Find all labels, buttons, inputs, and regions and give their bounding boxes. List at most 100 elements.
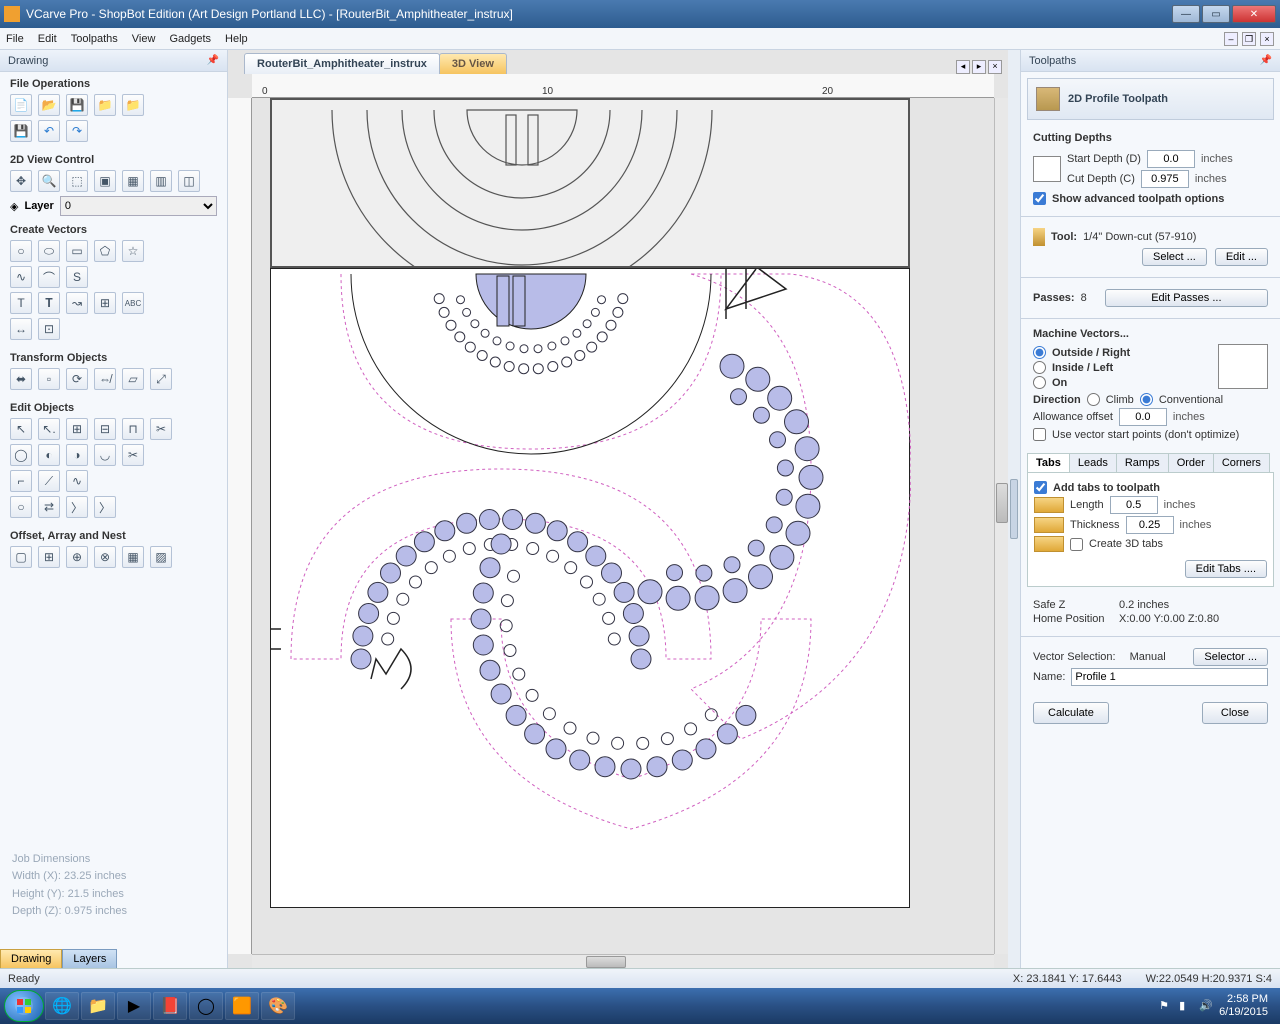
length-input[interactable]: [1110, 496, 1158, 514]
taskbar-chrome-icon[interactable]: ◯: [189, 992, 223, 1020]
tray-flag-icon[interactable]: ⚑: [1159, 999, 1173, 1013]
close-button[interactable]: ✕: [1232, 5, 1276, 23]
rect-icon[interactable]: ▭: [66, 240, 88, 262]
pin-icon[interactable]: 📌: [207, 55, 219, 66]
circle-icon[interactable]: ○: [10, 240, 32, 262]
toolpath-name-input[interactable]: [1071, 668, 1268, 686]
taskbar-media-icon[interactable]: ▶: [117, 992, 151, 1020]
distort-icon[interactable]: ▱: [122, 368, 144, 390]
mv-on-radio[interactable]: [1033, 376, 1046, 389]
select-icon[interactable]: ↖: [10, 418, 32, 440]
export-icon[interactable]: 📁: [122, 94, 144, 116]
tab-leads[interactable]: Leads: [1069, 453, 1117, 472]
use-start-check[interactable]: [1033, 428, 1046, 441]
close-vector-icon[interactable]: ○: [10, 496, 32, 518]
ungroup-icon[interactable]: ⊟: [94, 418, 116, 440]
tab-ramps[interactable]: Ramps: [1116, 453, 1169, 472]
polyline-icon[interactable]: ∿: [10, 266, 32, 288]
redo-icon[interactable]: ↷: [66, 120, 88, 142]
edit-passes-button[interactable]: Edit Passes ...: [1105, 289, 1268, 307]
mdi-minimize[interactable]: –: [1224, 32, 1238, 46]
zoom-icon[interactable]: 🔍: [38, 170, 60, 192]
dimension-icon[interactable]: ↔: [10, 318, 32, 340]
mv-inside-radio[interactable]: [1033, 361, 1046, 374]
start-depth-input[interactable]: [1147, 150, 1195, 168]
menu-gadgets[interactable]: Gadgets: [169, 33, 211, 45]
tray-volume-icon[interactable]: 🔊: [1199, 999, 1213, 1013]
show-advanced-check[interactable]: [1033, 192, 1046, 205]
doc-tab-main[interactable]: RouterBit_Amphitheater_instrux: [244, 53, 440, 74]
selector-button[interactable]: Selector ...: [1193, 648, 1268, 666]
tray-network-icon[interactable]: ▮: [1179, 999, 1193, 1013]
paste-array-icon[interactable]: ▨: [150, 546, 172, 568]
edit-tool-button[interactable]: Edit ...: [1215, 248, 1268, 266]
guides-icon[interactable]: ▥: [150, 170, 172, 192]
taskbar-app1-icon[interactable]: 📕: [153, 992, 187, 1020]
open-file-icon[interactable]: 📂: [38, 94, 60, 116]
undo-icon[interactable]: ↶: [38, 120, 60, 142]
taskbar-vcarve-icon[interactable]: 🟧: [225, 992, 259, 1020]
taskbar-ie-icon[interactable]: 🌐: [45, 992, 79, 1020]
design-canvas[interactable]: [252, 98, 994, 954]
zoom-sel-icon[interactable]: ▦: [122, 170, 144, 192]
save-file-icon[interactable]: 💾: [66, 94, 88, 116]
trim-icon[interactable]: ✂: [150, 418, 172, 440]
join-icon[interactable]: ⊓: [122, 418, 144, 440]
calculate-button[interactable]: Calculate: [1033, 702, 1109, 724]
arc-icon[interactable]: ⌒: [38, 266, 60, 288]
tab-next-icon[interactable]: ▸: [972, 60, 986, 74]
create-3d-check[interactable]: [1070, 538, 1083, 551]
text-icon[interactable]: T: [10, 292, 32, 314]
fillet-icon[interactable]: ⌐: [10, 470, 32, 492]
thickness-input[interactable]: [1126, 516, 1174, 534]
pin-icon[interactable]: 📌: [1260, 55, 1272, 66]
minimize-button[interactable]: —: [1172, 5, 1200, 23]
pan-icon[interactable]: ✥: [10, 170, 32, 192]
zoom-window-icon[interactable]: ⬚: [66, 170, 88, 192]
trace-icon[interactable]: ⊞: [94, 292, 116, 314]
tab-close-icon[interactable]: ×: [988, 60, 1002, 74]
break-icon[interactable]: 〉: [66, 496, 88, 518]
tab-drawing[interactable]: Drawing: [0, 949, 62, 968]
intersect-icon[interactable]: ◑: [66, 444, 88, 466]
menu-toolpaths[interactable]: Toolpaths: [71, 33, 118, 45]
move-icon[interactable]: ⬌: [10, 368, 32, 390]
layer-select[interactable]: 0: [60, 196, 217, 216]
validate-icon[interactable]: 〉: [94, 496, 116, 518]
climb-radio[interactable]: [1087, 393, 1100, 406]
curve-fit-icon[interactable]: ◡: [94, 444, 116, 466]
doc-tab-3dview[interactable]: 3D View: [439, 53, 507, 74]
h-scrollbar[interactable]: [252, 954, 994, 968]
tab-corners[interactable]: Corners: [1213, 453, 1270, 472]
text-curve-icon[interactable]: ↝: [66, 292, 88, 314]
close-panel-button[interactable]: Close: [1202, 702, 1268, 724]
inc-save-icon[interactable]: 💾: [10, 120, 32, 142]
allowance-input[interactable]: [1119, 408, 1167, 426]
smooth-icon[interactable]: ∿: [66, 470, 88, 492]
new-file-icon[interactable]: 📄: [10, 94, 32, 116]
tray-clock[interactable]: 2:58 PM 6/19/2015: [1219, 993, 1268, 1019]
star-icon[interactable]: ☆: [122, 240, 144, 262]
abc-icon[interactable]: ABC: [122, 292, 144, 314]
scissors-icon[interactable]: ✂: [122, 444, 144, 466]
start-button[interactable]: [4, 990, 44, 1022]
offset-vector-icon[interactable]: ▢: [10, 546, 32, 568]
nest-icon[interactable]: ⊗: [94, 546, 116, 568]
curve-icon[interactable]: S: [66, 266, 88, 288]
mv-outside-radio[interactable]: [1033, 346, 1046, 359]
tab-tabs[interactable]: Tabs: [1027, 453, 1070, 472]
ellipse-icon[interactable]: ⬭: [38, 240, 60, 262]
text-block-icon[interactable]: 𝐓: [38, 292, 60, 314]
edit-tabs-button[interactable]: Edit Tabs ....: [1185, 560, 1267, 578]
v-scrollbar[interactable]: [994, 98, 1008, 954]
reverse-icon[interactable]: ⇄: [38, 496, 60, 518]
import-icon[interactable]: 📁: [94, 94, 116, 116]
tab-prev-icon[interactable]: ◂: [956, 60, 970, 74]
zoom-fit-icon[interactable]: ▣: [94, 170, 116, 192]
scale-icon[interactable]: ⤢: [150, 368, 172, 390]
menu-edit[interactable]: Edit: [38, 33, 57, 45]
polygon-icon[interactable]: ⬠: [94, 240, 116, 262]
group-icon[interactable]: ⊞: [66, 418, 88, 440]
rotate-icon[interactable]: ⟳: [66, 368, 88, 390]
measure-icon[interactable]: ⊡: [38, 318, 60, 340]
